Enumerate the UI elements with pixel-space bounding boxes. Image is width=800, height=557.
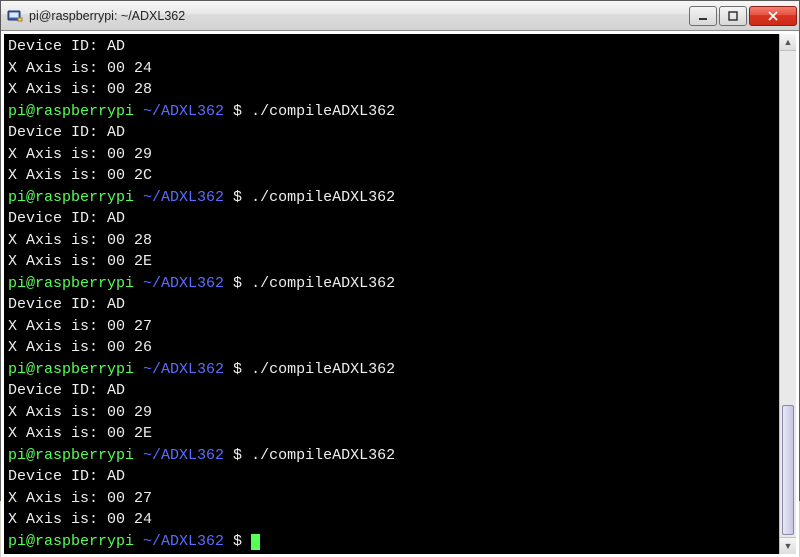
output-line: X Axis is: 00 28 — [8, 81, 152, 98]
output-line: X Axis is: 00 28 — [8, 232, 152, 249]
scroll-down-button[interactable]: ▼ — [780, 537, 796, 554]
prompt-line: pi@raspberrypi ~/ADXL362 $ ./compileADXL… — [8, 189, 395, 206]
output-line: Device ID: AD — [8, 124, 125, 141]
prompt-userhost: pi@raspberrypi — [8, 275, 143, 292]
output-line: X Axis is: 00 29 — [8, 404, 152, 421]
terminal[interactable]: Device ID: AD X Axis is: 00 24 X Axis is… — [4, 34, 779, 554]
prompt-sep: $ — [224, 361, 251, 378]
prompt-line: pi@raspberrypi ~/ADXL362 $ — [8, 533, 260, 550]
prompt-userhost: pi@raspberrypi — [8, 533, 143, 550]
prompt-line: pi@raspberrypi ~/ADXL362 $ ./compileADXL… — [8, 447, 395, 464]
scrollbar[interactable]: ▲ ▼ — [779, 34, 796, 554]
output-line: Device ID: AD — [8, 210, 125, 227]
prompt-sep: $ — [224, 189, 251, 206]
client-area: Device ID: AD X Axis is: 00 24 X Axis is… — [1, 31, 799, 557]
prompt-userhost: pi@raspberrypi — [8, 361, 143, 378]
output-line: X Axis is: 00 29 — [8, 146, 152, 163]
prompt-path: ~/ADXL362 — [143, 533, 224, 550]
prompt-sep: $ — [224, 447, 251, 464]
close-button[interactable] — [749, 6, 797, 26]
output-line: X Axis is: 00 2C — [8, 167, 152, 184]
output-line: X Axis is: 00 27 — [8, 490, 152, 507]
scroll-up-button[interactable]: ▲ — [780, 34, 796, 51]
titlebar[interactable]: pi@raspberrypi: ~/ADXL362 — [1, 1, 799, 31]
window-title: pi@raspberrypi: ~/ADXL362 — [29, 9, 687, 23]
output-line: Device ID: AD — [8, 468, 125, 485]
prompt-path: ~/ADXL362 — [143, 275, 224, 292]
prompt-sep: $ — [224, 103, 251, 120]
output-line: X Axis is: 00 26 — [8, 339, 152, 356]
output-line: X Axis is: 00 24 — [8, 511, 152, 528]
prompt-userhost: pi@raspberrypi — [8, 189, 143, 206]
prompt-line: pi@raspberrypi ~/ADXL362 $ ./compileADXL… — [8, 103, 395, 120]
window-buttons — [687, 6, 797, 26]
prompt-sep: $ — [224, 275, 251, 292]
prompt-path: ~/ADXL362 — [143, 361, 224, 378]
command-text: ./compileADXL362 — [251, 447, 395, 464]
prompt-path: ~/ADXL362 — [143, 189, 224, 206]
command-text: ./compileADXL362 — [251, 361, 395, 378]
prompt-line: pi@raspberrypi ~/ADXL362 $ ./compileADXL… — [8, 361, 395, 378]
minimize-button[interactable] — [689, 6, 717, 26]
prompt-path: ~/ADXL362 — [143, 447, 224, 464]
output-line: X Axis is: 00 2E — [8, 425, 152, 442]
command-text: ./compileADXL362 — [251, 189, 395, 206]
output-line: Device ID: AD — [8, 382, 125, 399]
scroll-thumb[interactable] — [782, 405, 794, 535]
app-icon — [7, 8, 23, 24]
prompt-userhost: pi@raspberrypi — [8, 103, 143, 120]
maximize-button[interactable] — [719, 6, 747, 26]
prompt-sep: $ — [224, 533, 251, 550]
putty-window: pi@raspberrypi: ~/ADXL362 Device ID: AD … — [0, 0, 800, 501]
prompt-userhost: pi@raspberrypi — [8, 447, 143, 464]
cursor — [251, 534, 260, 550]
prompt-line: pi@raspberrypi ~/ADXL362 $ ./compileADXL… — [8, 275, 395, 292]
prompt-path: ~/ADXL362 — [143, 103, 224, 120]
command-text: ./compileADXL362 — [251, 103, 395, 120]
output-line: X Axis is: 00 27 — [8, 318, 152, 335]
output-line: Device ID: AD — [8, 38, 125, 55]
output-line: X Axis is: 00 2E — [8, 253, 152, 270]
output-line: X Axis is: 00 24 — [8, 60, 152, 77]
output-line: Device ID: AD — [8, 296, 125, 313]
command-text: ./compileADXL362 — [251, 275, 395, 292]
